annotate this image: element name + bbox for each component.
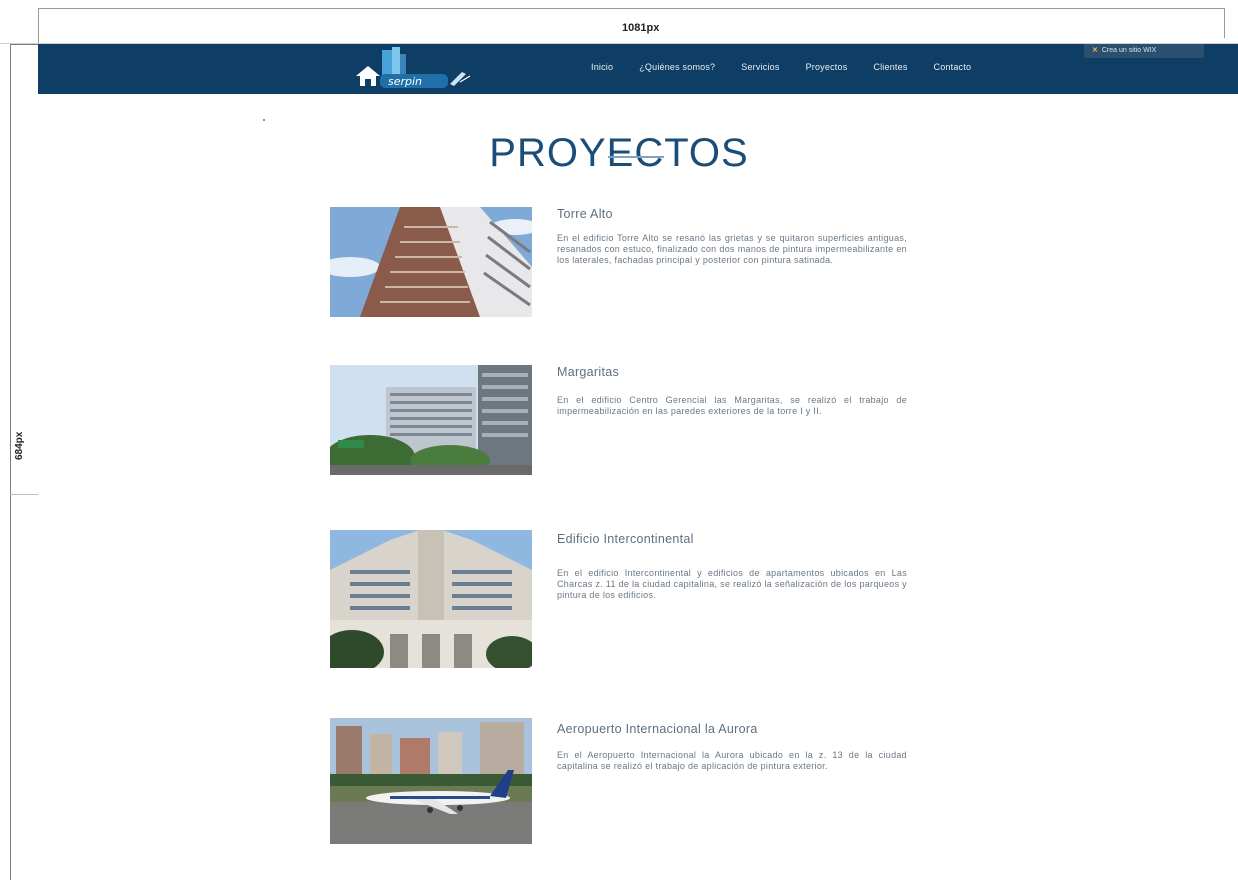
wix-x-icon: ✕ (1092, 47, 1098, 54)
main-nav: Inicio ¿Quiénes somos? Servicios Proyect… (591, 62, 997, 72)
nav-item-servicios[interactable]: Servicios (741, 62, 779, 72)
project-title: Aeropuerto Internacional la Aurora (557, 722, 758, 736)
svg-text:serpin: serpin (388, 75, 422, 88)
spec-frame-line (38, 8, 1224, 9)
nav-item-contacto[interactable]: Contacto (934, 62, 972, 72)
nav-item-proyectos[interactable]: Proyectos (806, 62, 848, 72)
project-description: En el edificio Intercontinental y edific… (557, 568, 907, 600)
project-description: En el edificio Torre Alto se resanó las … (557, 233, 907, 265)
project-photo-intercontinental (330, 530, 532, 668)
page-title: PROYECTOS (489, 130, 749, 175)
wix-button-label: Crea un sitio WIX (1101, 47, 1157, 54)
wix-create-site-button[interactable]: ✕ Crea un sitio WIX (1084, 44, 1204, 58)
width-measurement-label: 1081px (622, 22, 660, 34)
ruler-tick (10, 494, 38, 495)
project-title: Edificio Intercontinental (557, 532, 694, 546)
project-photo-torre-alto (330, 207, 532, 317)
title-underline (608, 156, 664, 158)
nav-item-inicio[interactable]: Inicio (591, 62, 613, 72)
ruler-tick (10, 44, 38, 45)
spec-frame-line (38, 8, 39, 44)
project-photo-margaritas (330, 365, 532, 475)
project-description: En el Aeropuerto Internacional la Aurora… (557, 750, 907, 771)
project-description: En el edificio Centro Gerencial las Marg… (557, 395, 907, 416)
nav-item-quienes-somos[interactable]: ¿Quiénes somos? (639, 62, 715, 72)
spec-frame-line (1224, 8, 1225, 38)
spec-top-area (0, 0, 1238, 44)
nav-item-clientes[interactable]: Clientes (873, 62, 907, 72)
project-photo-aeropuerto (330, 718, 532, 844)
project-title: Margaritas (557, 365, 620, 379)
site-logo[interactable]: serpin (354, 46, 478, 92)
project-title: Torre Alto (557, 207, 613, 221)
building-logo-icon: serpin (356, 47, 471, 88)
site-header: serpin Inicio ¿Quiénes somos? Servicios … (38, 44, 1238, 94)
stray-dot (263, 119, 265, 121)
height-measurement-label: 684px (14, 431, 25, 460)
